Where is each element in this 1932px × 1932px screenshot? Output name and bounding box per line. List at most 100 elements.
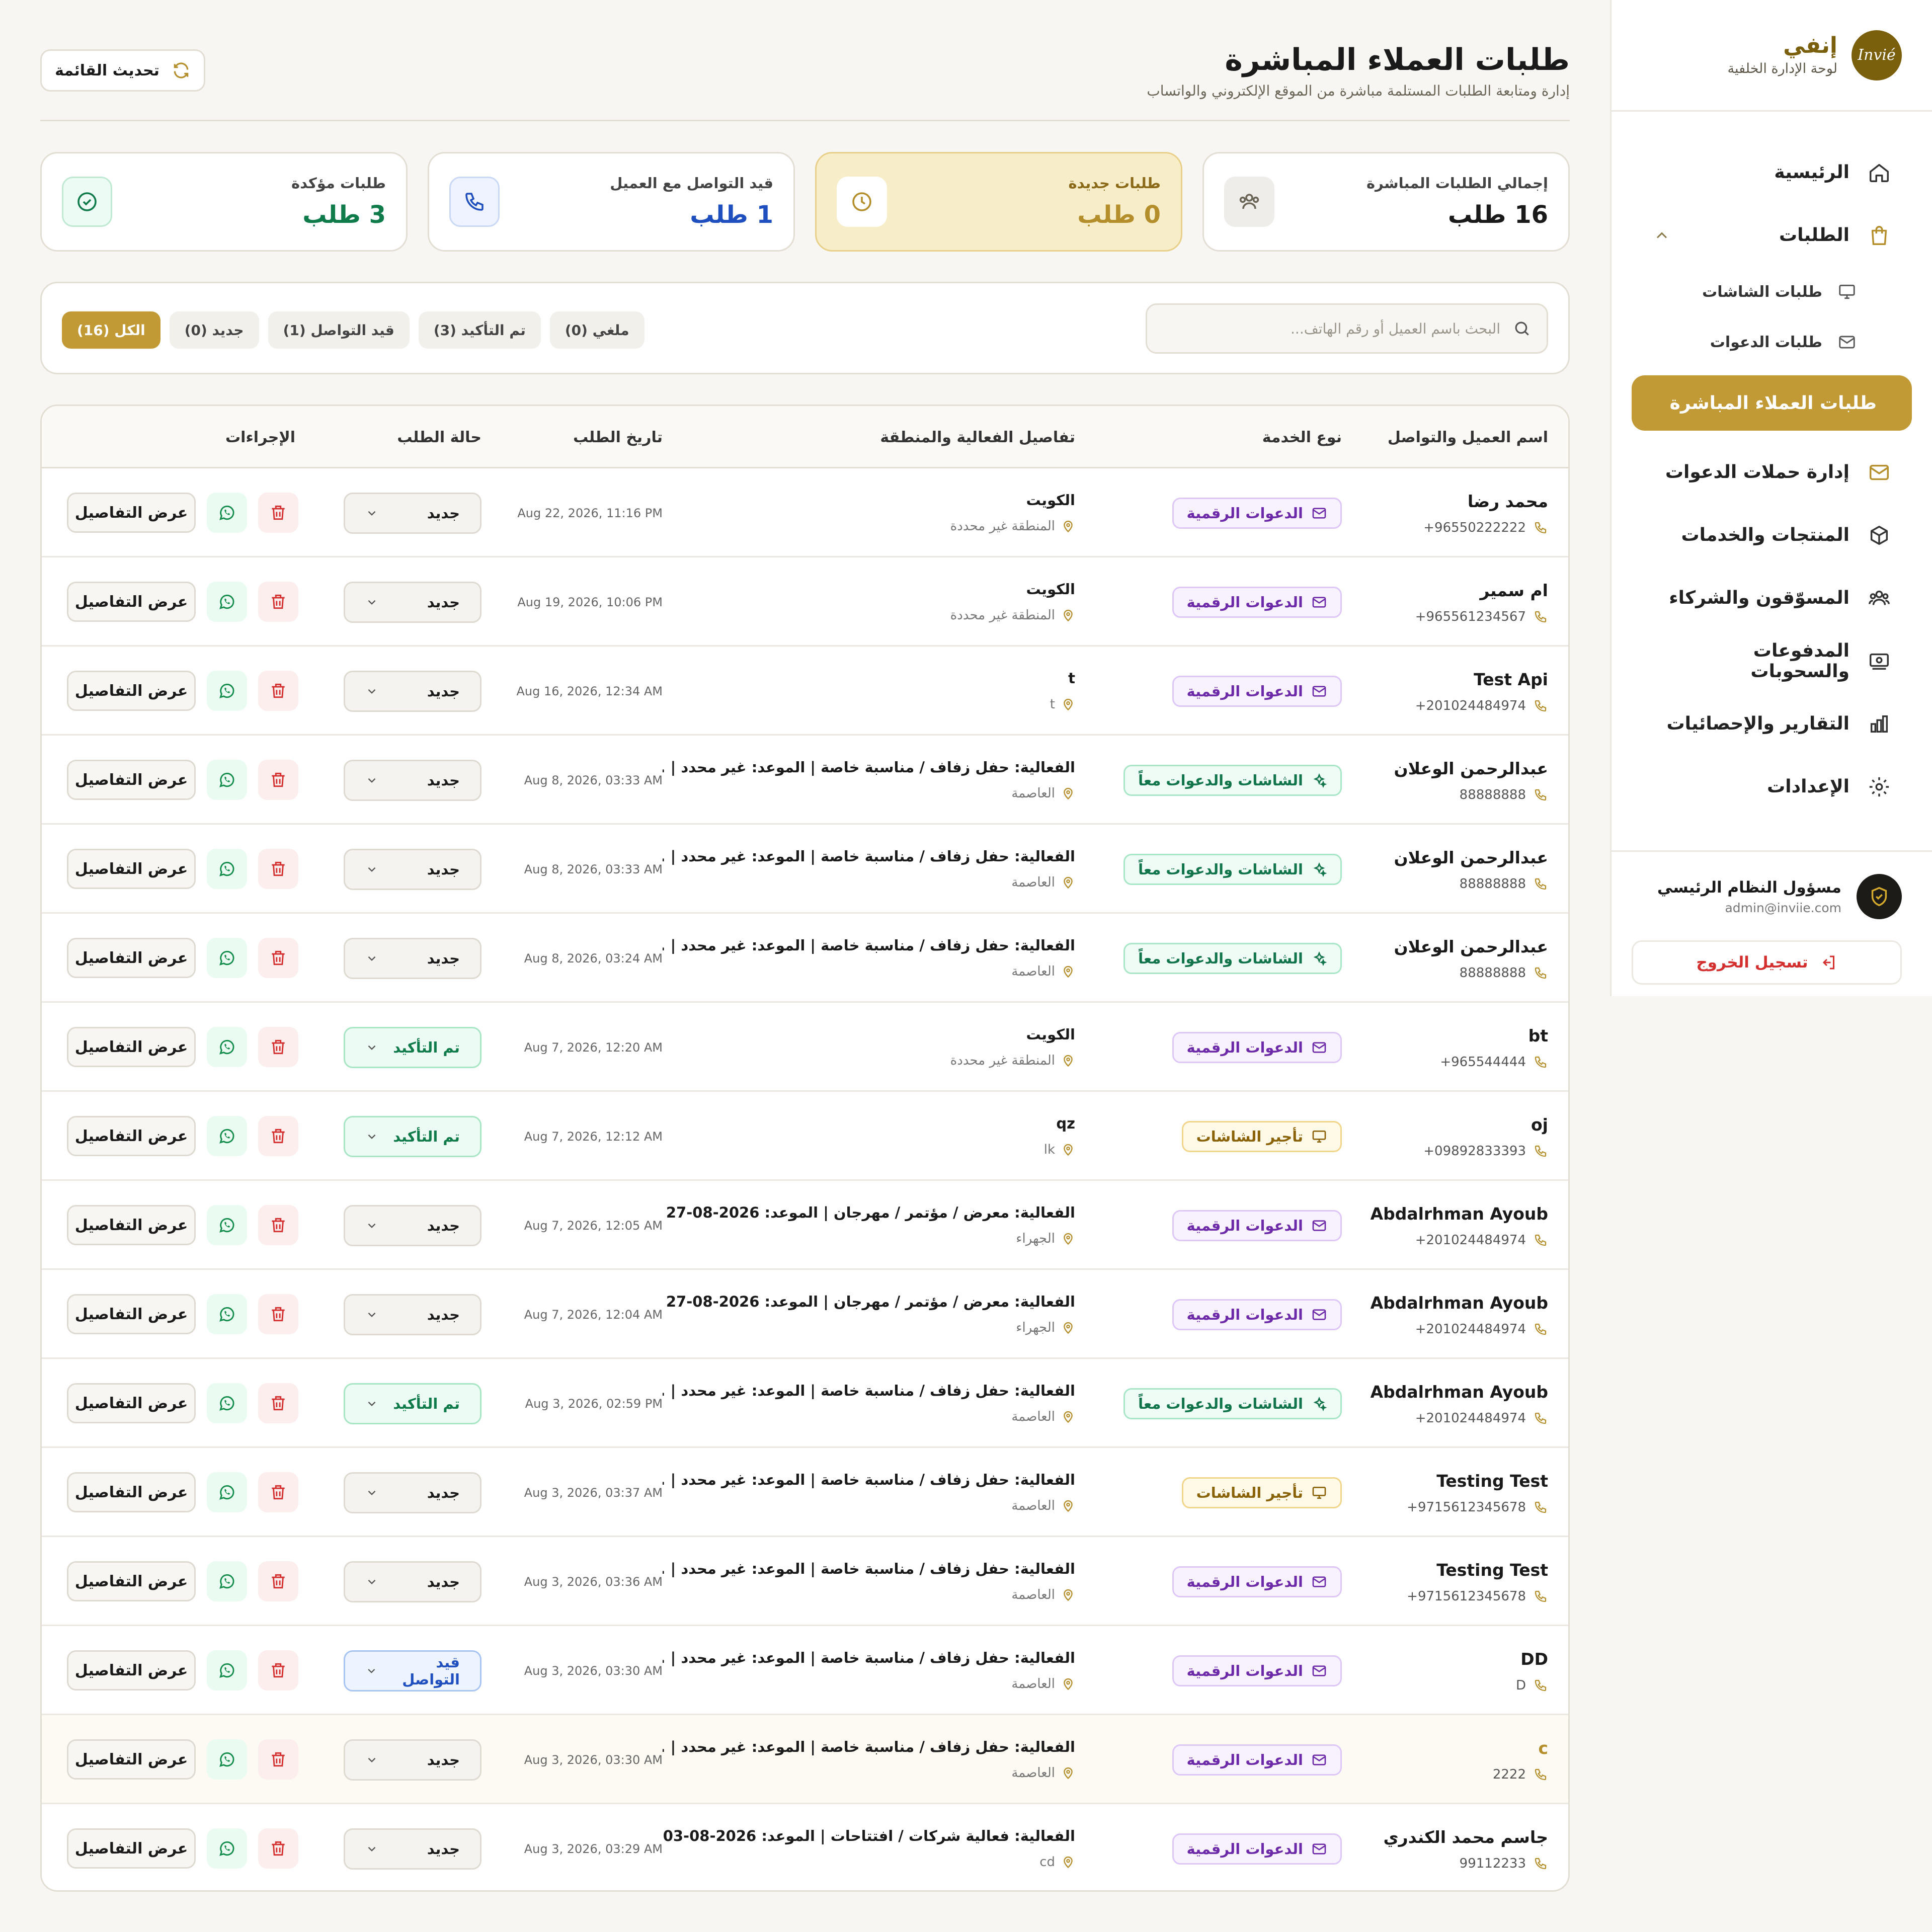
logout-button[interactable]: تسجيل الخروج: [1632, 940, 1902, 985]
chevron-up-icon[interactable]: [1653, 226, 1671, 245]
sidebar-item-settings[interactable]: الإعدادات: [1612, 755, 1932, 818]
delete-button[interactable]: [258, 849, 298, 889]
status-select[interactable]: جديد: [344, 671, 481, 712]
status-select[interactable]: قيد التواصل: [344, 1650, 481, 1692]
filter-chip-cancelled[interactable]: ملغي (0): [549, 311, 645, 349]
table-row: عبدالرحمن الوعلان 88888888 الشاشات والدعوا…: [42, 825, 1568, 914]
status-select[interactable]: جديد: [344, 1205, 481, 1246]
delete-button[interactable]: [258, 1116, 298, 1156]
whatsapp-button[interactable]: [207, 849, 247, 889]
view-details-button[interactable]: عرض التفاصيل: [67, 1027, 196, 1067]
sidebar-item-payments[interactable]: المدفوعات والسحوبات: [1612, 629, 1932, 692]
sidebar-item-campaigns[interactable]: إدارة حملات الدعوات: [1612, 441, 1932, 504]
delete-button[interactable]: [258, 493, 298, 533]
status-select[interactable]: تم التأكيد: [344, 1116, 481, 1157]
view-details-button[interactable]: عرض التفاصيل: [67, 671, 196, 711]
event-details: الكويت: [1026, 492, 1075, 509]
phone-number: +965561234567: [1415, 609, 1526, 624]
sidebar-item-invitation-orders[interactable]: طلبات الدعوات: [1612, 317, 1932, 367]
row-actions: عرض التفاصيل: [67, 1294, 298, 1334]
status-select[interactable]: تم التأكيد: [344, 1383, 481, 1424]
phone-number: 88888888: [1459, 876, 1526, 892]
status-select[interactable]: جديد: [344, 1561, 481, 1602]
whatsapp-button[interactable]: [207, 1739, 247, 1780]
status-select[interactable]: جديد: [344, 938, 481, 979]
whatsapp-button[interactable]: [207, 493, 247, 533]
filter-chip-contacting[interactable]: قيد التواصل (1): [268, 311, 410, 349]
delete-button[interactable]: [258, 1650, 298, 1691]
sparkles-icon: [1313, 862, 1327, 877]
status-select[interactable]: جديد: [344, 1294, 481, 1335]
filter-chip-confirmed[interactable]: تم التأكيد (3): [418, 311, 541, 349]
delete-button[interactable]: [258, 1828, 298, 1869]
order-date: Aug 7, 2026, 12:04 AM: [524, 1307, 663, 1322]
view-details-button[interactable]: عرض التفاصيل: [67, 493, 196, 533]
whatsapp-button[interactable]: [207, 582, 247, 622]
filter-chip-new[interactable]: جديد (0): [169, 311, 259, 349]
sidebar-item-marketers[interactable]: المسوّقون والشركاء: [1612, 567, 1932, 629]
delete-button[interactable]: [258, 582, 298, 622]
delete-button[interactable]: [258, 1472, 298, 1512]
customer-phone: 99112233: [1337, 1856, 1548, 1871]
whatsapp-button[interactable]: [207, 938, 247, 978]
status-select[interactable]: جديد: [344, 1472, 481, 1513]
monitor-icon: [1312, 1487, 1326, 1499]
whatsapp-button[interactable]: [207, 1205, 247, 1245]
delete-button[interactable]: [258, 938, 298, 978]
view-details-button[interactable]: عرض التفاصيل: [67, 849, 196, 889]
view-details-button[interactable]: عرض التفاصيل: [67, 1383, 196, 1423]
status-select[interactable]: تم التأكيد: [344, 1027, 481, 1068]
delete-button[interactable]: [258, 760, 298, 800]
view-details-button[interactable]: عرض التفاصيل: [67, 1205, 196, 1245]
view-details-button[interactable]: عرض التفاصيل: [67, 1472, 196, 1512]
whatsapp-button[interactable]: [207, 760, 247, 800]
whatsapp-button[interactable]: [207, 1650, 247, 1691]
sidebar-item-products[interactable]: المنتجات والخدمات: [1612, 504, 1932, 567]
map-pin-icon: [1064, 698, 1073, 711]
whatsapp-icon: [219, 1663, 234, 1678]
delete-button[interactable]: [258, 1739, 298, 1780]
sidebar-item-reports[interactable]: التقارير والإحصائيات: [1612, 692, 1932, 755]
sidebar-item-screen-orders[interactable]: طلبات الشاشات: [1612, 267, 1932, 317]
delete-button[interactable]: [258, 1294, 298, 1334]
stat-card-contacting: قيد التواصل مع العميل 1 طلب: [428, 152, 795, 252]
delete-button[interactable]: [258, 1027, 298, 1067]
sidebar-item-direct-orders[interactable]: طلبات العملاء المباشرة: [1632, 375, 1912, 431]
delete-button[interactable]: [258, 1561, 298, 1601]
search-box[interactable]: البحث باسم العميل أو رقم الهاتف...: [1146, 303, 1548, 354]
whatsapp-button[interactable]: [207, 1116, 247, 1156]
view-details-button[interactable]: عرض التفاصيل: [67, 760, 196, 800]
whatsapp-button[interactable]: [207, 1294, 247, 1334]
whatsapp-button[interactable]: [207, 1561, 247, 1601]
delete-button[interactable]: [258, 1205, 298, 1245]
status-select[interactable]: جديد: [344, 849, 481, 890]
status-select[interactable]: جديد: [344, 493, 481, 534]
view-details-button[interactable]: عرض التفاصيل: [67, 1294, 196, 1334]
search-input[interactable]: البحث باسم العميل أو رقم الهاتف...: [1291, 320, 1500, 337]
sidebar-item-orders[interactable]: الطلبات: [1612, 204, 1932, 267]
view-details-button[interactable]: عرض التفاصيل: [67, 1739, 196, 1780]
view-details-button[interactable]: عرض التفاصيل: [67, 938, 196, 978]
status-select[interactable]: جديد: [344, 1828, 481, 1870]
view-details-button[interactable]: عرض التفاصيل: [67, 1650, 196, 1691]
filter-chip-all[interactable]: الكل (16): [62, 311, 160, 349]
view-details-button[interactable]: عرض التفاصيل: [67, 582, 196, 622]
whatsapp-button[interactable]: [207, 1828, 247, 1869]
status-select[interactable]: جديد: [344, 582, 481, 623]
status-select[interactable]: جديد: [344, 1739, 481, 1781]
view-details-button[interactable]: عرض التفاصيل: [67, 1116, 196, 1156]
status-select[interactable]: جديد: [344, 760, 481, 801]
whatsapp-button[interactable]: [207, 1027, 247, 1067]
whatsapp-button[interactable]: [207, 1472, 247, 1512]
view-details-button[interactable]: عرض التفاصيل: [67, 1828, 196, 1869]
refresh-button[interactable]: تحديث القائمة: [40, 49, 205, 92]
delete-button[interactable]: [258, 671, 298, 711]
view-details-button[interactable]: عرض التفاصيل: [67, 1561, 196, 1601]
chevron-down-icon: [368, 778, 376, 783]
sidebar-item-label: طلبات الشاشات: [1702, 283, 1822, 301]
whatsapp-button[interactable]: [207, 671, 247, 711]
whatsapp-button[interactable]: [207, 1383, 247, 1423]
delete-button[interactable]: [258, 1383, 298, 1423]
event-details-cell: الكويت المنطقة غير محددة: [663, 581, 1075, 623]
sidebar-item-home[interactable]: الرئيسية: [1612, 141, 1932, 204]
